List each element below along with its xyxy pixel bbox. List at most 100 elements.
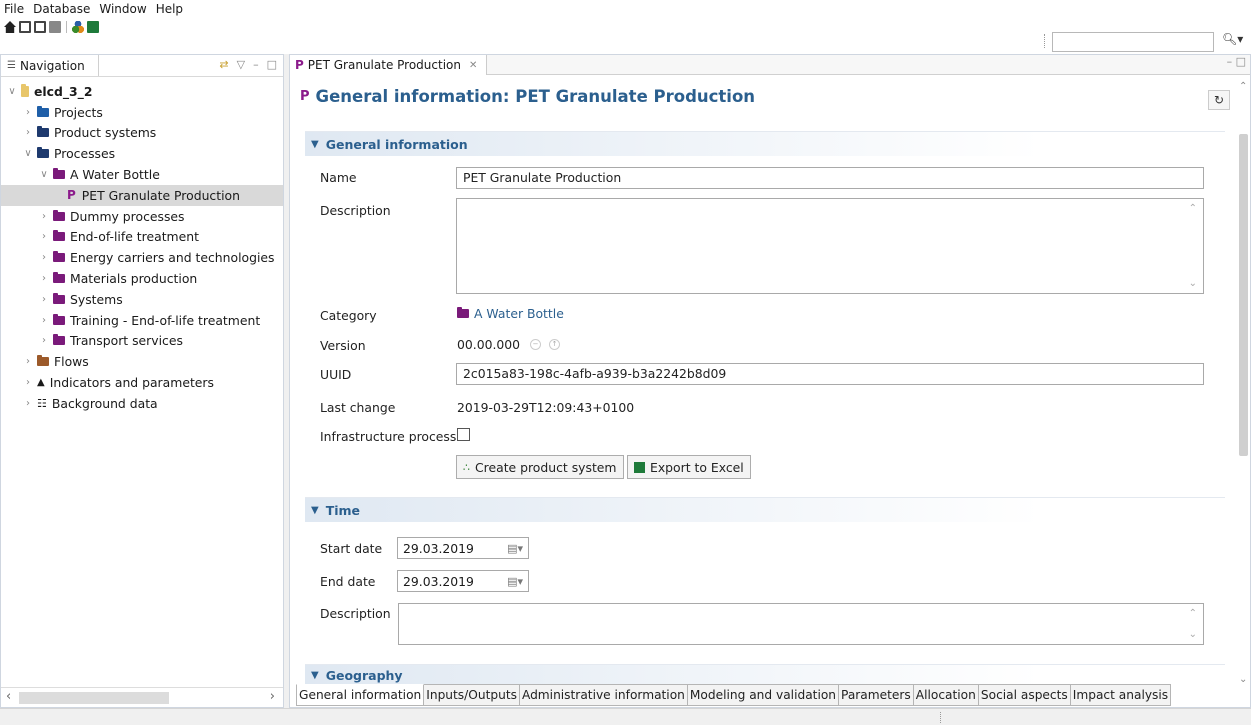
tree-item[interactable]: ∨ elcd_3_2 [1,81,283,102]
scroll-right-icon[interactable]: › [270,689,275,704]
geography-header[interactable]: ▼ Geography [305,664,1225,686]
calendar-icon[interactable]: ▤▾ [507,575,523,588]
editor-vscrollbar[interactable]: ⌃ ⌄ [1236,77,1250,687]
time-header[interactable]: ▼ Time [305,497,1225,522]
calendar-icon[interactable]: ▤▾ [507,542,523,555]
maximize-icon[interactable]: □ [267,58,277,71]
close-tab-icon[interactable]: ✕ [469,60,477,71]
export-excel-button[interactable]: Export to Excel [627,455,751,479]
general-information-header[interactable]: ▼ General information [305,131,1225,156]
expand-arrow-icon[interactable]: › [37,211,51,222]
collapse-icon[interactable]: ▼ [311,139,319,150]
tree-item[interactable]: › ▲ Indicators and parameters [1,372,283,393]
editor-page-tab[interactable]: Parameters [839,684,914,706]
scroll-thumb[interactable] [19,692,169,704]
tree-item[interactable]: › Dummy processes [1,206,283,227]
uuid-field[interactable]: 2c015a83-198c-4afb-a939-b3a2242b8d09 [456,363,1204,385]
view-menu-icon[interactable]: ▽ [237,58,245,71]
scroll-down-icon[interactable]: ⌄ [1189,278,1197,289]
search-input[interactable] [1052,32,1214,52]
editor-page-tab[interactable]: Impact analysis [1070,684,1172,706]
save-icon[interactable] [19,21,31,33]
expand-arrow-icon[interactable]: › [21,107,35,118]
tree-item-label: End-of-life treatment [70,229,199,245]
editor-maximize-icon[interactable]: □ [1236,55,1246,68]
menu-help[interactable]: Help [156,2,183,16]
collapse-icon[interactable]: ▼ [311,670,319,681]
search-icon[interactable]: 🔍︎▾ [1222,32,1243,46]
editor-tab[interactable]: P PET Granulate Production ✕ [290,55,487,75]
tree-item[interactable]: › ☷ Background data [1,393,283,414]
end-date-picker[interactable]: 29.03.2019 ▤▾ [397,570,529,592]
link-editor-icon[interactable]: ⇄ [219,58,228,71]
menu-window[interactable]: Window [99,2,146,16]
tree-item[interactable]: › Training - End-of-life treatment [1,310,283,331]
tree-item[interactable]: P PET Granulate Production [1,184,283,206]
expand-arrow-icon[interactable]: › [37,335,51,346]
scroll-left-icon[interactable]: ‹ [6,689,11,704]
expand-arrow-icon[interactable]: › [21,398,35,409]
infrastructure-checkbox[interactable] [457,428,470,441]
tree-item[interactable]: ∨ A Water Bottle [1,164,283,185]
navigation-hscrollbar[interactable]: ‹ › [1,687,283,707]
scroll-up-icon[interactable]: ⌃ [1239,81,1247,92]
time-description-field[interactable]: ⌃ ⌄ [398,603,1204,645]
tree-item-label: Background data [51,395,158,411]
collapse-icon[interactable]: ▼ [311,505,319,516]
product-system-icon[interactable] [72,21,84,33]
save-as-icon[interactable] [34,21,46,33]
description-field[interactable]: ⌃ ⌄ [456,198,1204,294]
scroll-down-icon[interactable]: ⌄ [1239,674,1247,685]
scroll-up-icon[interactable]: ⌃ [1189,608,1197,619]
collapse-arrow-icon[interactable]: ∨ [5,86,19,97]
scroll-down-icon[interactable]: ⌄ [1189,629,1197,640]
tree-item[interactable]: › Projects [1,102,283,123]
tree-item[interactable]: ∨ Processes [1,143,283,164]
tree-item[interactable]: › End-of-life treatment [1,227,283,248]
editor-page-tab[interactable]: Inputs/Outputs [424,684,520,706]
editor-page-tab[interactable]: Administrative information [519,684,688,706]
save-all-icon[interactable] [49,21,61,33]
expand-arrow-icon[interactable]: › [37,315,51,326]
editor-page-tab[interactable]: Modeling and validation [687,684,840,706]
vscroll-thumb[interactable] [1239,134,1248,456]
editor-page-tab[interactable]: General information [296,684,425,706]
collapse-arrow-icon[interactable]: ∨ [37,169,51,180]
category-link[interactable]: A Water Bottle [457,306,564,321]
expand-arrow-icon[interactable]: › [37,252,51,263]
editor-page-tab[interactable]: Allocation [913,684,979,706]
menu-database[interactable]: Database [33,2,90,16]
end-date-label: End date [320,574,376,589]
tree-item[interactable]: › Transport services [1,331,283,352]
navigation-tab[interactable]: ☰ Navigation [1,55,99,76]
scroll-up-icon[interactable]: ⌃ [1189,203,1197,214]
name-field[interactable]: PET Granulate Production [456,167,1204,189]
menu-file[interactable]: File [4,2,24,16]
minimize-icon[interactable]: – [253,58,259,71]
start-date-picker[interactable]: 29.03.2019 ▤▾ [397,537,529,559]
expand-arrow-icon[interactable]: › [21,356,35,367]
tree-item[interactable]: › Energy carriers and technologies [1,247,283,268]
version-decrement-icon[interactable]: − [530,339,542,350]
editor-tab-label: PET Granulate Production [307,58,461,72]
excel-icon[interactable] [87,21,99,33]
folder-icon [37,147,49,159]
tree-item-label: Processes [54,146,116,162]
refresh-button[interactable]: ↻ [1208,90,1230,110]
expand-arrow-icon[interactable]: › [37,273,51,284]
expand-arrow-icon[interactable]: › [21,127,35,138]
collapse-arrow-icon[interactable]: ∨ [21,148,35,159]
home-icon[interactable] [4,21,16,33]
process-icon: P [300,89,310,104]
editor-minimize-icon[interactable]: – [1227,55,1233,68]
tree-item[interactable]: › Materials production [1,268,283,289]
version-increment-icon[interactable]: ↑ [549,339,561,350]
tree-item[interactable]: › Systems [1,289,283,310]
expand-arrow-icon[interactable]: › [37,231,51,242]
expand-arrow-icon[interactable]: › [21,377,35,388]
expand-arrow-icon[interactable]: › [37,294,51,305]
tree-item[interactable]: › Product systems [1,123,283,144]
create-product-system-button[interactable]: ∴ Create product system [456,455,624,479]
editor-page-tab[interactable]: Social aspects [978,684,1071,706]
tree-item[interactable]: › Flows [1,351,283,372]
